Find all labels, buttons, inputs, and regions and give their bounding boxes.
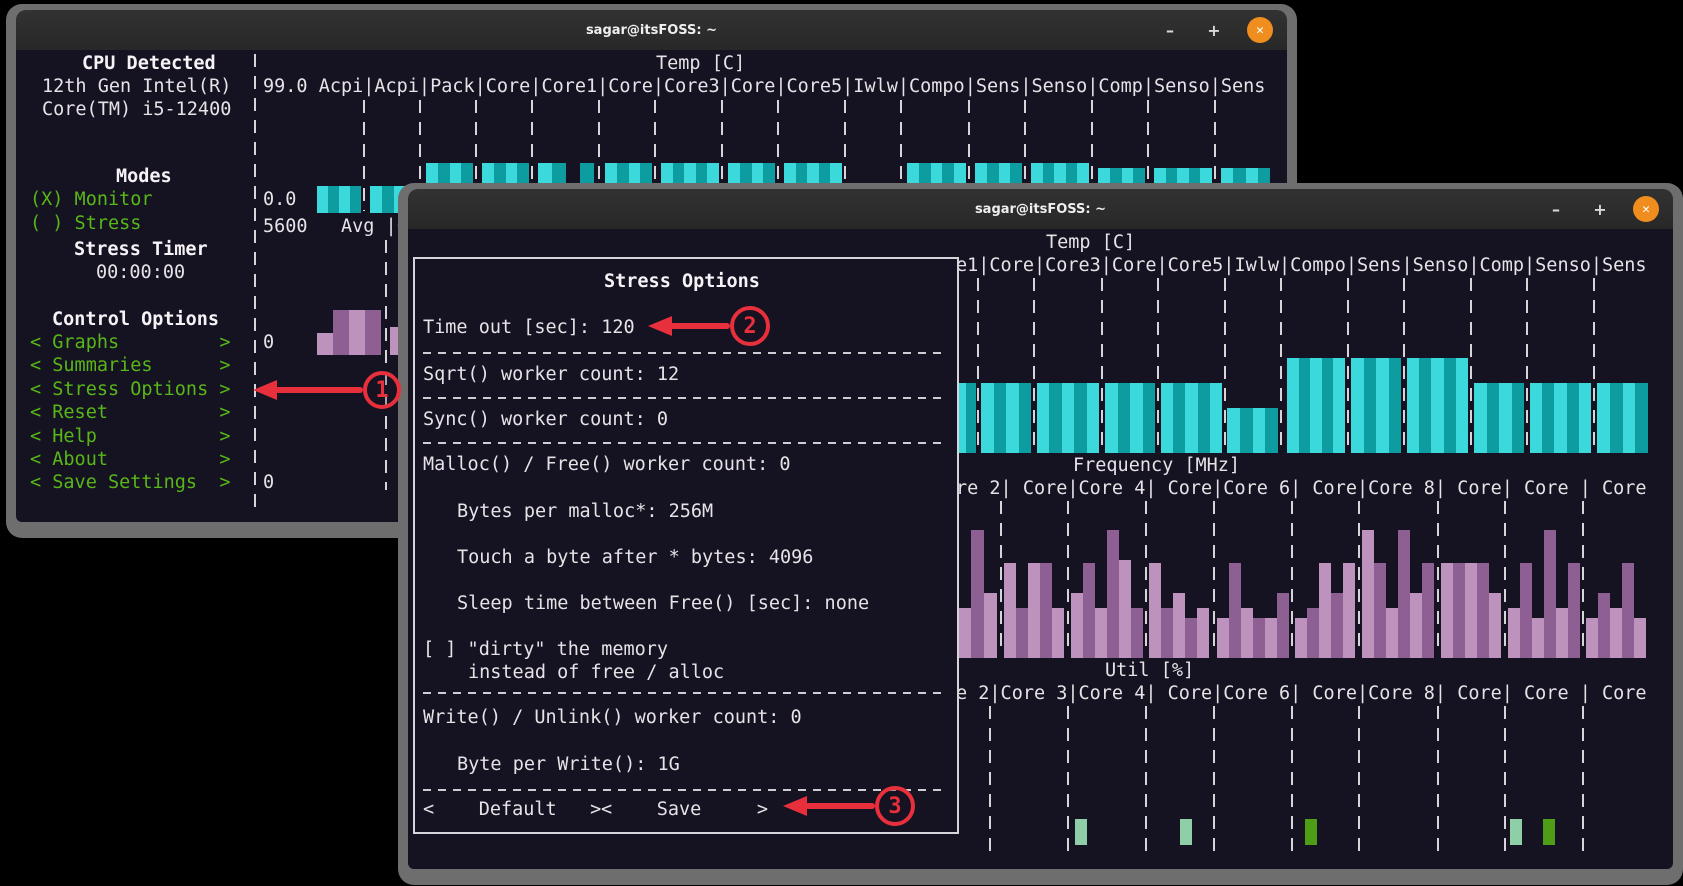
save-button[interactable]: < Save > [601, 800, 768, 820]
close-button[interactable]: ✕ [1633, 196, 1659, 222]
menu-reset[interactable]: < Reset > [30, 403, 230, 423]
close-button[interactable]: ✕ [1247, 17, 1273, 43]
mode-monitor-radio[interactable]: (X) Monitor [30, 190, 153, 210]
maximize-button[interactable]: + [1203, 21, 1225, 40]
byte-per-write-field[interactable]: Byte per Write(): 1G [457, 755, 680, 775]
front-terminal-window: sagar@itsFOSS: ~ – + ✕ [398, 183, 1683, 885]
minimize-button[interactable]: – [1545, 200, 1567, 219]
malloc-worker-field[interactable]: Malloc() / Free() worker count: 0 [423, 455, 791, 475]
write-worker-field[interactable]: Write() / Unlink() worker count: 0 [423, 708, 802, 728]
sqrt-worker-field[interactable]: Sqrt() worker count: 12 [423, 365, 679, 385]
back-titlebar[interactable]: sagar@itsFOSS: ~ – + ✕ [16, 10, 1287, 50]
menu-stress-options[interactable]: < Stress Options > [30, 380, 230, 400]
menu-summaries[interactable]: < Summaries > [30, 356, 230, 376]
sleep-time-field[interactable]: Sleep time between Free() [sec]: none [457, 594, 869, 614]
menu-save-settings[interactable]: < Save Settings > [30, 473, 230, 493]
back-window-title: sagar@itsFOSS: ~ [586, 23, 717, 38]
front-window-title: sagar@itsFOSS: ~ [975, 202, 1106, 217]
dirty-memory-checkbox[interactable]: [ ] "dirty" the memory [423, 640, 668, 660]
menu-about[interactable]: < About > [30, 450, 230, 470]
timeout-field[interactable]: Time out [sec]: 120 [423, 318, 635, 338]
maximize-button[interactable]: + [1589, 200, 1611, 219]
menu-graphs[interactable]: < Graphs > [30, 333, 230, 353]
minimize-button[interactable]: – [1159, 21, 1181, 40]
front-titlebar[interactable]: sagar@itsFOSS: ~ – + ✕ [408, 189, 1673, 229]
bytes-per-malloc-field[interactable]: Bytes per malloc*: 256M [457, 502, 713, 522]
default-button[interactable]: < Default > [423, 800, 601, 820]
touch-byte-field[interactable]: Touch a byte after * bytes: 4096 [457, 548, 813, 568]
mode-stress-radio[interactable]: ( ) Stress [30, 214, 141, 234]
sync-worker-field[interactable]: Sync() worker count: 0 [423, 410, 668, 430]
menu-help[interactable]: < Help > [30, 427, 230, 447]
